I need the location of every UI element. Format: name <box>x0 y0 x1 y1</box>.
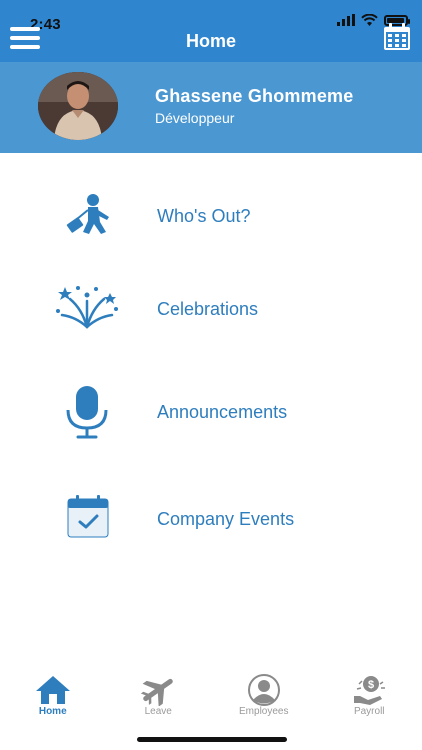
menu-item-announcements[interactable]: Announcements <box>0 378 422 448</box>
menu-item-celebrations[interactable]: Celebrations <box>0 275 422 345</box>
profile-header: Ghassene Ghommeme Développeur <box>0 62 422 153</box>
fireworks-icon <box>56 286 118 329</box>
payroll-icon: $ <box>354 676 386 705</box>
home-icon <box>35 676 70 704</box>
tab-leave[interactable]: Leave <box>106 668 212 728</box>
menu-item-whos-out[interactable]: Who's Out? <box>0 182 422 252</box>
tab-home[interactable]: Home <box>0 668 106 728</box>
svg-text:$: $ <box>368 679 374 691</box>
tab-employees[interactable]: Employees <box>211 668 317 728</box>
tab-bar: Home Leave Employees $ Payroll <box>0 668 422 728</box>
signal-icon <box>337 14 355 26</box>
traveler-icon <box>66 194 109 234</box>
menu-item-label: Celebrations <box>157 299 259 319</box>
page-title: Home <box>185 31 236 51</box>
menu-item-label: Company Events <box>157 509 295 529</box>
profile-name: Ghassene Ghommeme <box>155 86 354 106</box>
calendar-icon[interactable] <box>382 22 412 52</box>
airplane-icon <box>141 678 174 706</box>
calendar-check-icon <box>67 495 109 538</box>
user-icon <box>247 674 280 706</box>
home-indicator <box>137 737 287 742</box>
tab-label: Home <box>38 706 67 717</box>
avatar[interactable] <box>38 72 118 140</box>
tab-label: Employees <box>239 706 289 717</box>
menu-item-company-events[interactable]: Company Events <box>0 485 422 555</box>
menu-item-label: Who's Out? <box>157 206 251 226</box>
top-bar: 2:43 Home <box>0 0 422 62</box>
tab-label: Leave <box>144 706 172 717</box>
tab-payroll[interactable]: $ Payroll <box>317 668 422 728</box>
profile-role: Développeur <box>155 110 235 126</box>
tab-label: Payroll <box>353 706 385 717</box>
wifi-icon <box>361 14 378 26</box>
microphone-icon <box>66 386 108 439</box>
menu-item-label: Announcements <box>157 402 288 422</box>
